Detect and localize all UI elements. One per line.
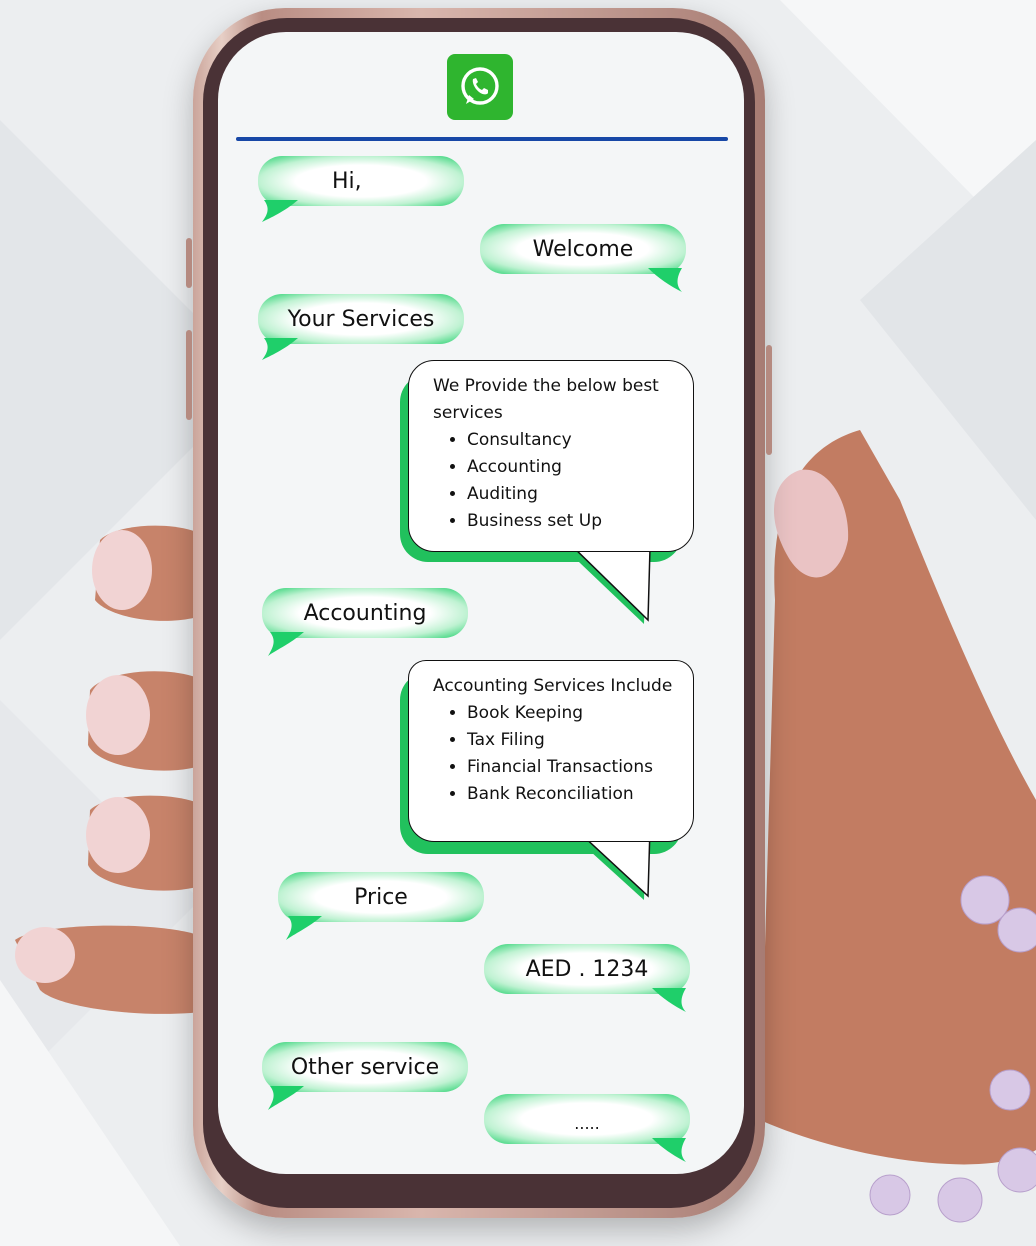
volume-button: [186, 330, 192, 420]
list-item: Tax Filing: [467, 727, 677, 754]
message-text: Accounting: [303, 600, 427, 626]
list-item: Accounting: [467, 454, 677, 481]
chat-bubble-left: Price: [278, 872, 484, 922]
accounting-list: Book Keeping Tax Filing Financial Transa…: [433, 700, 677, 808]
chat-bubble-left: Other service: [262, 1042, 468, 1092]
list-item: Business set Up: [467, 508, 677, 535]
chat-bubble-left: Hi,: [258, 156, 464, 206]
chat-bubble-right: AED . 1234: [484, 944, 690, 994]
power-button: [766, 345, 772, 455]
bubble-tail: [286, 916, 322, 940]
message-text: AED . 1234: [525, 956, 649, 982]
message-text: Hi,: [332, 168, 362, 194]
list-item: Financial Transactions: [467, 754, 677, 781]
header-divider: [236, 137, 728, 141]
bubble-tail: [268, 1086, 304, 1110]
message-text: Welcome: [532, 236, 634, 262]
chat-bubble-right: .....: [484, 1094, 690, 1144]
services-card: We Provide the below best services Consu…: [408, 360, 694, 552]
volume-button: [186, 238, 192, 288]
bubble-tail: [652, 1138, 686, 1162]
list-item: Bank Reconciliation: [467, 781, 677, 808]
message-text: Other service: [290, 1054, 440, 1080]
services-list: Consultancy Accounting Auditing Business…: [433, 427, 677, 535]
card-intro: Accounting Services Include: [433, 676, 673, 696]
list-item: Consultancy: [467, 427, 677, 454]
list-item: Auditing: [467, 481, 677, 508]
whatsapp-icon[interactable]: [447, 54, 513, 120]
list-item: Book Keeping: [467, 700, 677, 727]
card-tail: [558, 542, 651, 624]
accounting-card: Accounting Services Include Book Keeping…: [408, 660, 694, 842]
chat-bubble-left: Accounting: [262, 588, 468, 638]
chat-bubble-right: Welcome: [480, 224, 686, 274]
message-text: Price: [354, 884, 408, 910]
bubble-tail: [648, 268, 682, 292]
bubble-tail: [268, 632, 304, 656]
bubble-tail: [652, 988, 686, 1012]
chat-bubble-left: Your Services: [258, 294, 464, 344]
bubble-tail: [262, 338, 298, 360]
card-intro: We Provide the below best services: [433, 376, 659, 423]
bubble-tail: [262, 200, 298, 222]
message-text: Your Services: [287, 306, 435, 332]
message-text: .....: [574, 1113, 600, 1133]
phone-screen: Hi, Welcome Your Services We Provide the…: [218, 32, 744, 1174]
